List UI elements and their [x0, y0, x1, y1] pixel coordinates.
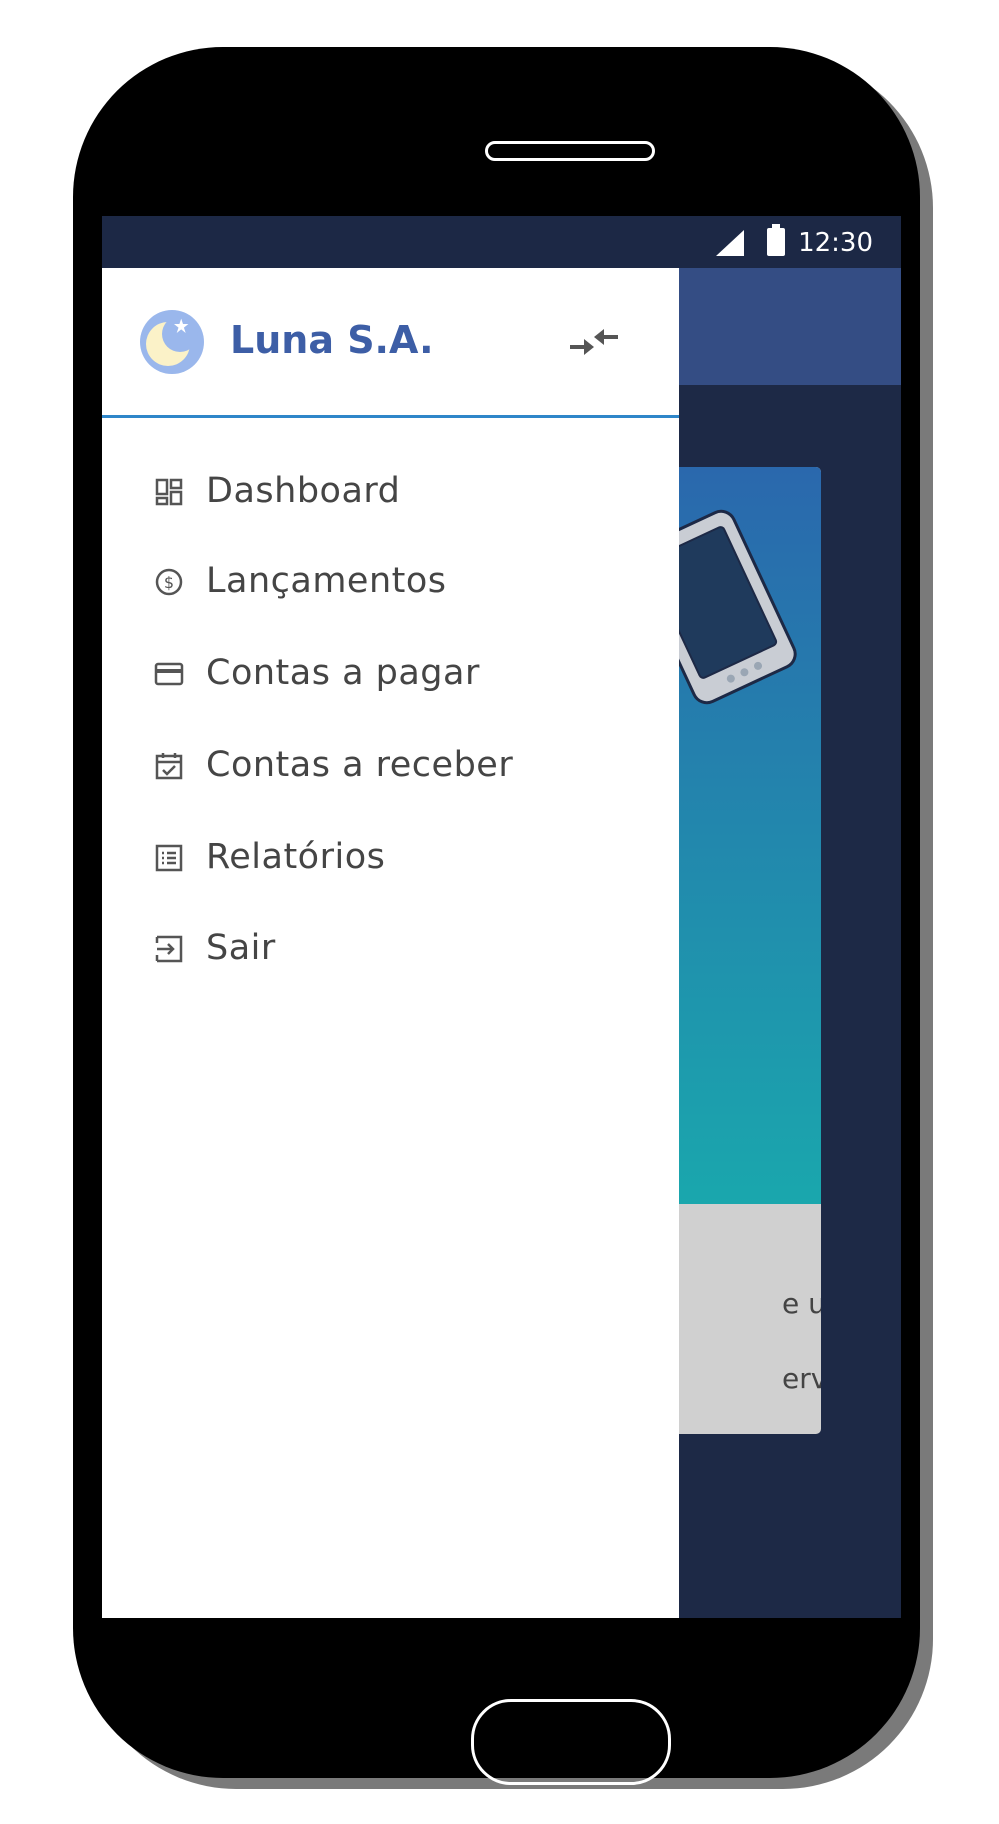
list-icon: [155, 844, 183, 872]
menu-item-dashboard[interactable]: Dashboard: [102, 453, 679, 533]
home-button[interactable]: [471, 1699, 671, 1785]
drawer-header: Luna S.A.: [102, 268, 679, 418]
calendar-check-icon: [155, 753, 183, 780]
navigation-drawer: Luna S.A. Dashboard $ Lançamentos Contas…: [102, 268, 679, 1618]
credit-card-icon: [154, 662, 184, 686]
menu-label: Contas a receber: [206, 745, 514, 785]
signal-icon: [716, 230, 744, 256]
logout-icon: [155, 935, 183, 963]
menu-item-sair[interactable]: Sair: [102, 910, 679, 990]
collapse-arrows-icon[interactable]: [568, 323, 620, 361]
menu-item-contas-a-receber[interactable]: Contas a receber: [102, 727, 679, 807]
menu-label: Sair: [206, 928, 276, 968]
menu-item-lancamentos[interactable]: $ Lançamentos: [102, 543, 679, 623]
phone-speaker: [485, 141, 655, 161]
status-time: 12:30: [798, 228, 873, 258]
menu-label: Lançamentos: [206, 561, 447, 601]
status-bar: 12:30: [102, 216, 901, 268]
menu-label: Relatórios: [206, 837, 386, 877]
battery-icon: [767, 224, 785, 256]
screen: 12:30 e uma erviços.: [102, 216, 901, 1618]
menu-item-relatorios[interactable]: Relatórios: [102, 819, 679, 899]
menu-label: Dashboard: [206, 471, 401, 511]
dollar-circle-icon: $: [155, 568, 183, 596]
menu-item-contas-a-pagar[interactable]: Contas a pagar: [102, 635, 679, 715]
card-text-line-1: e uma: [782, 1287, 821, 1320]
dashboard-icon: [155, 478, 183, 506]
brand-name: Luna S.A.: [230, 318, 434, 362]
menu-label: Contas a pagar: [206, 653, 480, 693]
svg-text:$: $: [164, 573, 174, 592]
moon-logo-icon: [140, 310, 204, 374]
card-text-line-2: erviços.: [782, 1362, 821, 1395]
